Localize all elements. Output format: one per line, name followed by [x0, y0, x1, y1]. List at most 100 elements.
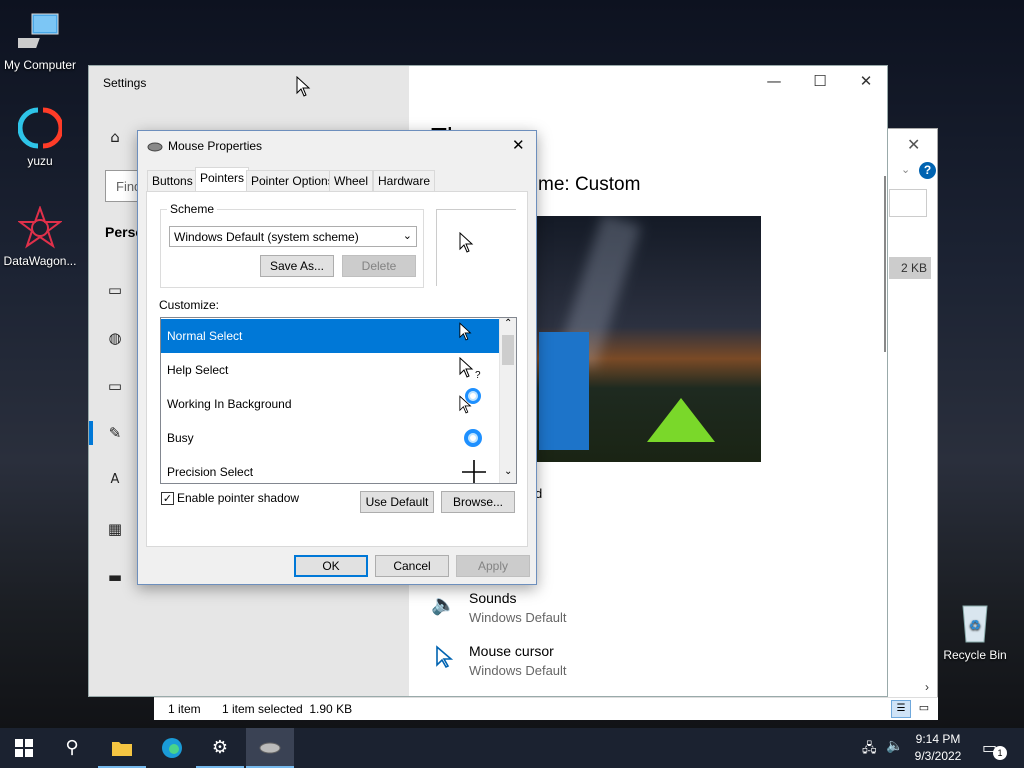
customize-label: Customize: [159, 298, 220, 312]
scroll-up-icon[interactable]: ⌃ [504, 318, 512, 329]
list-item-help-select[interactable]: Help Select ? [161, 353, 499, 387]
taskbar-icon[interactable]: ▬ [105, 568, 125, 588]
use-default-button[interactable]: Use Default [360, 491, 434, 513]
cancel-button[interactable]: Cancel [375, 555, 449, 577]
scheme-select-value: Windows Default (system scheme) [174, 230, 359, 244]
colors-icon[interactable]: ◍ [105, 329, 125, 349]
chevron-down-icon: ⌄ [402, 229, 412, 242]
mouse-pointer-icon [296, 76, 311, 97]
tab-wheel[interactable]: Wheel [329, 170, 374, 191]
list-item-label: Normal Select [167, 329, 243, 343]
mouse-icon [259, 742, 281, 754]
list-item-working-in-background[interactable]: Working In Background [161, 387, 499, 421]
maximize-button[interactable]: ☐ [805, 72, 835, 94]
recycle-bin-icon: ♻ [953, 600, 997, 644]
settings-gear-icon[interactable]: ⚙ [196, 728, 244, 768]
desktop-icon-yuzu[interactable]: yuzu [0, 106, 80, 168]
tab-hardware[interactable]: Hardware [373, 170, 436, 191]
clock[interactable]: 9:14 PM 9/3/2022 [908, 731, 968, 765]
file-explorer-icon[interactable] [98, 728, 146, 768]
list-item-precision-select[interactable]: Precision Select [161, 455, 499, 483]
clock-date: 9/3/2022 [914, 749, 962, 763]
list-item-busy[interactable]: Busy [161, 421, 499, 455]
clock-time: 9:14 PM [915, 732, 961, 746]
desktop-icon-datawagon[interactable]: DataWagon... [0, 205, 80, 268]
desktop-icon-my-computer[interactable]: My Computer [0, 10, 80, 72]
preview-tent [647, 398, 715, 442]
desktop-icon-label: Recycle Bin [943, 648, 1007, 662]
status-selection: 1 item selected 1.90 KB [222, 702, 353, 716]
list-item-label: Working In Background [167, 397, 292, 411]
background-icon[interactable]: ▭ [105, 281, 125, 301]
apply-button[interactable]: Apply [456, 555, 530, 577]
arrow-cursor-icon [459, 232, 474, 253]
datawagon-icon [17, 205, 63, 250]
network-icon[interactable]: 🖧 [862, 739, 877, 761]
list-item-normal-select[interactable]: Normal Select [161, 319, 499, 353]
scroll-right-icon[interactable]: › [925, 680, 929, 694]
volume-icon[interactable]: 🔈 [886, 738, 903, 754]
taskbar: ⚲ ⚙ 🖧 🔈 9:14 PM 9/3/2022 ▭ 1 [0, 728, 1024, 768]
desktop-icon-recycle-bin[interactable]: ♻ Recycle Bin [935, 600, 1015, 662]
themes-icon[interactable]: ✎ [105, 424, 125, 444]
windows-icon [15, 739, 33, 757]
details-view-icon[interactable]: ☰ [891, 700, 911, 718]
close-icon[interactable]: ✕ [907, 135, 920, 154]
notification-badge: 1 [993, 746, 1007, 760]
speaker-icon: 🔈 [431, 592, 456, 616]
arrow-cursor-icon [459, 322, 472, 341]
large-icons-view-icon[interactable]: ▭ [914, 700, 934, 718]
explorer-search-box[interactable] [889, 189, 927, 217]
cursor-list[interactable]: Normal Select Help Select ? Working In B… [160, 317, 517, 484]
ok-button[interactable]: OK [294, 555, 368, 577]
tab-pointer-options[interactable]: Pointer Options [246, 170, 339, 191]
list-item-label: Precision Select [167, 465, 254, 479]
start-button[interactable] [0, 728, 48, 768]
mouse-taskbar-icon[interactable] [246, 728, 294, 768]
mouse-cursor-title: Mouse cursor [469, 643, 554, 659]
pointer-preview [436, 209, 516, 286]
mouse-cursor-value: Windows Default [469, 663, 567, 678]
dialog-title: Mouse Properties [168, 139, 263, 153]
scheme-group-label: Scheme [167, 202, 218, 216]
sounds-value: Windows Default [469, 610, 567, 625]
active-nav-indicator [89, 421, 93, 445]
close-button[interactable]: ✕ [851, 72, 881, 94]
delete-button[interactable]: Delete [342, 255, 416, 277]
mouse-icon [147, 141, 163, 155]
lock-screen-icon[interactable]: ▭ [105, 377, 125, 397]
sounds-setting[interactable]: 🔈 Sounds Windows Default [429, 590, 729, 630]
list-item-label: Busy [167, 431, 194, 445]
scroll-down-icon[interactable]: ⌄ [504, 466, 512, 477]
computer-icon [10, 10, 62, 54]
chevron-down-icon[interactable]: ⌄ [901, 163, 910, 176]
working-spinner-icon [465, 388, 481, 404]
fonts-icon[interactable]: A [105, 472, 125, 492]
scheme-select[interactable]: Windows Default (system scheme) ⌄ [169, 226, 417, 247]
scroll-thumb[interactable] [502, 335, 514, 365]
list-item-label: Help Select [167, 363, 229, 377]
save-as-button[interactable]: Save As... [260, 255, 334, 277]
cursor-icon [435, 645, 454, 672]
desktop-icon-label: DataWagon... [3, 254, 77, 268]
minimize-button[interactable]: — [759, 72, 789, 94]
dialog-close-button[interactable]: ✕ [512, 136, 525, 154]
browse-button[interactable]: Browse... [441, 491, 515, 513]
tab-panel: Scheme Windows Default (system scheme) ⌄… [146, 191, 528, 547]
edge-icon[interactable] [148, 728, 196, 768]
mouse-cursor-setting[interactable]: Mouse cursor Windows Default [429, 643, 729, 683]
settings-scrollbar[interactable] [884, 176, 886, 352]
status-item-count: 1 item [168, 702, 201, 716]
search-icon[interactable]: ⚲ [48, 728, 96, 768]
home-icon[interactable]: ⌂ [105, 128, 125, 148]
theme-preview-tiles [539, 332, 589, 450]
start-icon[interactable]: ▦ [105, 520, 125, 540]
tab-buttons[interactable]: Buttons [147, 170, 198, 191]
desktop-icon-label: yuzu [27, 154, 53, 168]
list-scrollbar[interactable]: ⌃ ⌄ [499, 318, 516, 483]
pointer-shadow-checkbox[interactable]: ✓ [161, 492, 174, 505]
explorer-window: ✕ ⌄ ? 2 KB › [880, 128, 938, 698]
tab-pointers[interactable]: Pointers [195, 167, 250, 192]
help-icon[interactable]: ? [919, 162, 936, 179]
explorer-size-cell: 2 KB [889, 257, 931, 279]
